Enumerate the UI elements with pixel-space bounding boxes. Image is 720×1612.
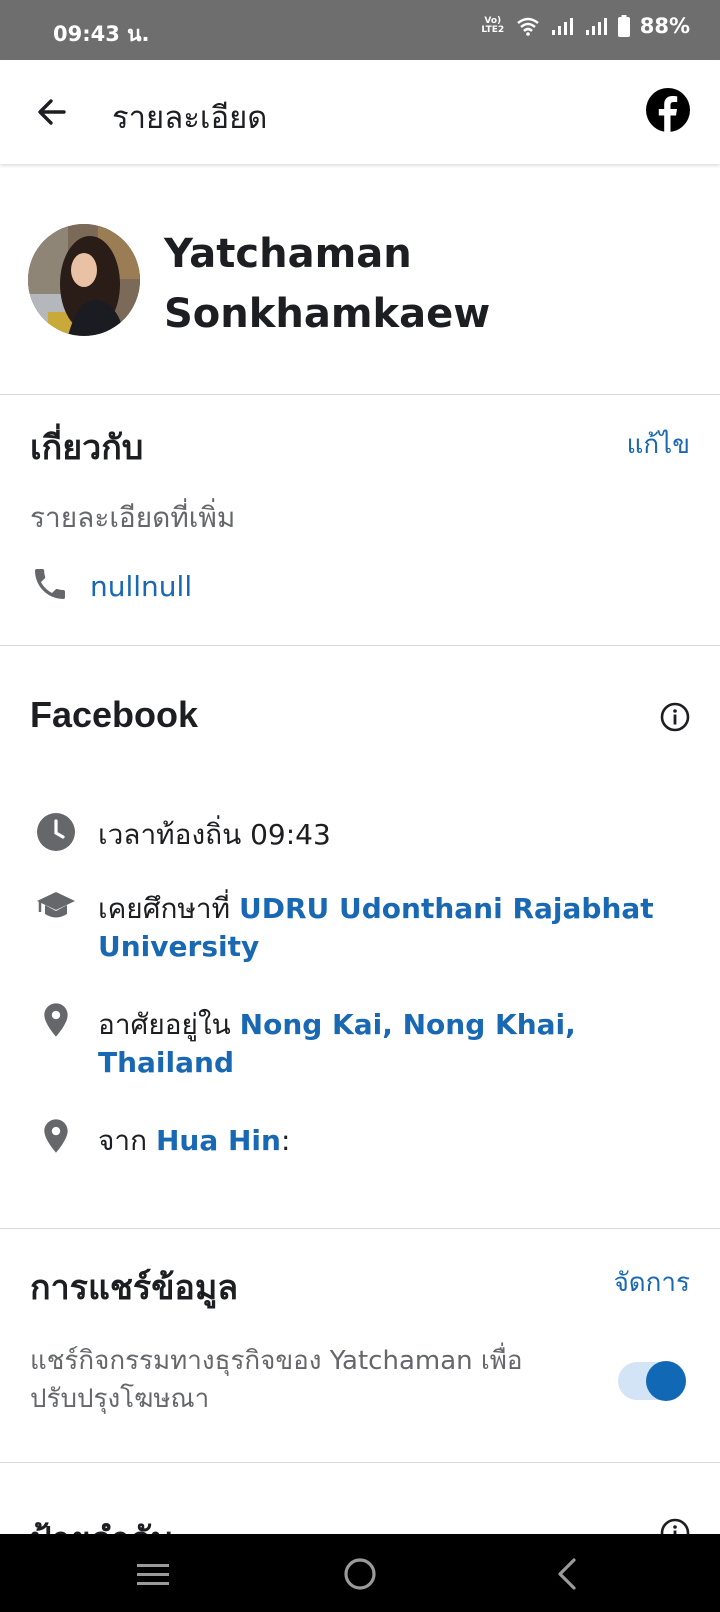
recent-apps-icon[interactable] <box>135 1556 171 1592</box>
from-suffix: : <box>280 1124 291 1157</box>
network-type-icon: Vo) LTE2 <box>481 16 505 35</box>
about-title: เกี่ยวกับ <box>30 428 144 468</box>
data-sharing-title: การแชร์ข้อมูล <box>30 1268 239 1308</box>
back-icon[interactable] <box>550 1556 586 1592</box>
local-time-text: เวลาท้องถิ่น 09:43 <box>98 818 331 851</box>
divider <box>0 1228 720 1229</box>
education-prefix: เคยศึกษาที่ <box>98 892 239 925</box>
from-text: จาก Hua Hin: <box>98 1122 658 1160</box>
manage-link[interactable]: จัดการ <box>614 1262 690 1303</box>
home-icon[interactable] <box>342 1556 378 1592</box>
status-bar: 09:43 น. Vo) LTE2 88% <box>0 0 720 60</box>
lives-in-prefix: อาศัยอยู่ใน <box>98 1008 240 1041</box>
toggle-knob <box>646 1361 686 1401</box>
battery-percent: 88% <box>639 14 690 38</box>
lives-in-text: อาศัยอยู่ใน Nong Kai, Nong Khai, Thailan… <box>98 1006 658 1082</box>
avatar[interactable] <box>28 224 140 336</box>
wifi-icon <box>516 16 540 36</box>
facebook-logo-icon[interactable] <box>646 88 690 132</box>
profile-header: Yatchaman Sonkhamkaew <box>0 164 720 394</box>
signal-icon-2 <box>584 16 608 36</box>
from-link[interactable]: Hua Hin <box>156 1124 281 1157</box>
status-icons: Vo) LTE2 88% <box>480 14 690 38</box>
divider <box>0 394 720 395</box>
edit-link[interactable]: แก้ไข <box>627 424 690 465</box>
about-subtitle: รายละเอียดที่เพิ่ม <box>30 501 236 534</box>
system-navigation-bar <box>0 1534 720 1612</box>
education-text: เคยศึกษาที่ UDRU Udonthani Rajabhat Univ… <box>98 890 658 966</box>
battery-icon <box>617 15 630 37</box>
data-sharing-description: แชร์กิจกรรมทางธุรกิจของ Yatchaman เพื่อป… <box>30 1346 523 1414</box>
signal-icon-1 <box>550 16 574 36</box>
app-bar: รายละเอียด <box>0 60 720 164</box>
status-time: 09:43 น. <box>53 22 150 46</box>
divider <box>0 645 720 646</box>
clock-icon <box>36 812 76 852</box>
location-pin-icon <box>36 1000 76 1040</box>
data-sharing-toggle[interactable] <box>618 1361 686 1401</box>
phone-number-link[interactable]: nullnull <box>90 568 650 606</box>
education-cap-icon <box>36 886 76 926</box>
profile-name: Yatchaman Sonkhamkaew <box>164 231 491 337</box>
page-title: รายละเอียด <box>112 100 268 136</box>
back-arrow-icon[interactable] <box>34 94 70 130</box>
location-pin-icon <box>36 1116 76 1156</box>
phone-icon <box>30 564 70 604</box>
facebook-section-title: Facebook <box>30 694 199 735</box>
divider <box>0 1462 720 1463</box>
from-prefix: จาก <box>98 1124 156 1157</box>
info-icon[interactable] <box>660 702 690 732</box>
